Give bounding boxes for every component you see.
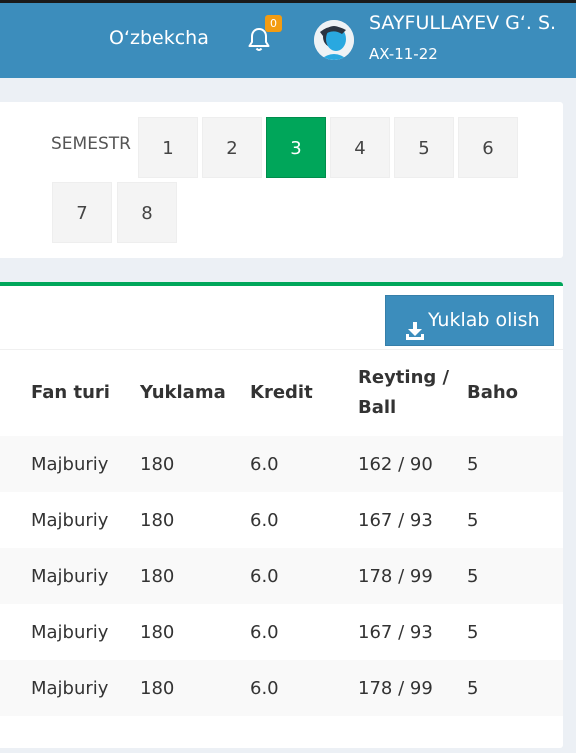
semester-label: SEMESTR [51, 134, 131, 154]
cell-type: Majburiy [31, 566, 109, 587]
column-header-rating-ball: Ball [358, 397, 397, 418]
cell-rating: 167 / 93 [358, 510, 433, 531]
cell-type: Majburiy [31, 622, 109, 643]
column-header-rating: Reyting / [358, 367, 450, 388]
semester-option-5[interactable]: 5 [394, 117, 454, 178]
cell-credit: 6.0 [250, 622, 279, 643]
semester-option-6[interactable]: 6 [458, 117, 518, 178]
table-row: Majburiy 180 6.0 162 / 90 5 [0, 436, 563, 492]
cell-type: Majburiy [31, 678, 109, 699]
cell-grade: 5 [467, 622, 479, 643]
semester-option-4[interactable]: 4 [330, 117, 390, 178]
column-header-grade: Baho [467, 382, 519, 403]
cell-credit: 6.0 [250, 454, 279, 475]
semester-option-2[interactable]: 2 [202, 117, 262, 178]
semester-option-3-selected[interactable]: 3 [266, 117, 326, 178]
cell-type: Majburiy [31, 510, 109, 531]
cell-type: Majburiy [31, 454, 109, 475]
cell-load: 180 [140, 678, 175, 699]
cell-grade: 5 [467, 678, 479, 699]
download-button[interactable]: Yuklab olish [385, 295, 554, 346]
user-avatar[interactable] [314, 20, 354, 60]
column-header-type: Fan turi [31, 382, 110, 403]
semester-option-8[interactable]: 8 [117, 182, 177, 243]
semester-option-7[interactable]: 7 [52, 182, 112, 243]
table-row: Majburiy 180 6.0 178 / 99 5 [0, 548, 563, 604]
cell-rating: 167 / 93 [358, 622, 433, 643]
language-selector[interactable]: O‘zbekcha [109, 27, 209, 49]
cell-load: 180 [140, 510, 175, 531]
cell-credit: 6.0 [250, 678, 279, 699]
cell-grade: 5 [467, 566, 479, 587]
column-header-load: Yuklama [140, 382, 226, 403]
cell-load: 180 [140, 454, 175, 475]
cell-grade: 5 [467, 454, 479, 475]
cell-rating: 162 / 90 [358, 454, 433, 475]
notification-count-badge: 0 [265, 15, 282, 32]
cell-rating: 178 / 99 [358, 678, 433, 699]
cell-credit: 6.0 [250, 566, 279, 587]
cell-credit: 6.0 [250, 510, 279, 531]
column-header-credit: Kredit [250, 382, 313, 403]
download-label: Yuklab olish [428, 309, 540, 331]
table-row: Majburiy 180 6.0 178 / 99 5 [0, 660, 563, 716]
table-row: Majburiy 180 6.0 167 / 93 5 [0, 604, 563, 660]
user-group: AX-11-22 [369, 45, 438, 63]
cell-load: 180 [140, 566, 175, 587]
cell-rating: 178 / 99 [358, 566, 433, 587]
semester-option-1[interactable]: 1 [138, 117, 198, 178]
cell-grade: 5 [467, 510, 479, 531]
user-name[interactable]: SAYFULLAYEV G‘. S. [369, 12, 556, 34]
table-row: Majburiy 180 6.0 167 / 93 5 [0, 492, 563, 548]
cell-load: 180 [140, 622, 175, 643]
